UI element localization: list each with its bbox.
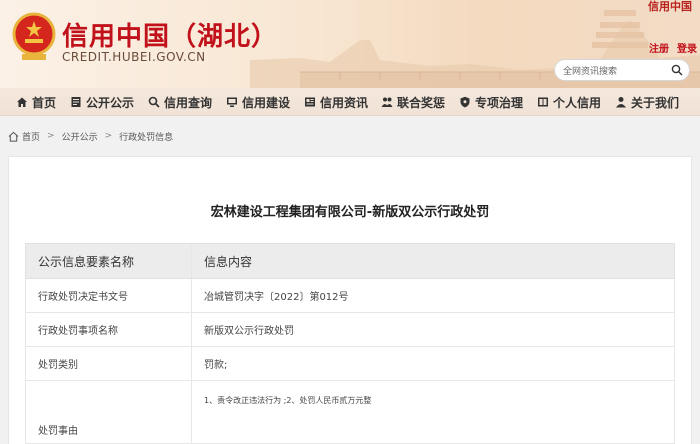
site-url: CREDIT.HUBEI.GOV.CN [62, 50, 206, 64]
brand-small-link[interactable]: 信用中国 [648, 0, 692, 14]
user-icon [616, 97, 626, 108]
document-icon [71, 97, 81, 107]
table-row: 行政处罚决定书文号 冶城管罚决字〔2022〕第012号 [25, 279, 675, 313]
nav-item-public-notice[interactable]: 公开公示 [70, 93, 134, 111]
nav-label: 个人信用 [553, 95, 602, 110]
search-input[interactable]: 全网资讯搜索 [554, 59, 690, 81]
nav-label: 首页 [32, 95, 57, 110]
home-icon [17, 97, 27, 107]
login-link[interactable]: 登录 [677, 40, 697, 55]
nav-label: 信用建设 [242, 95, 291, 110]
national-emblem-icon [12, 12, 56, 60]
home-icon [8, 131, 19, 142]
nav-label: 联合奖惩 [397, 95, 446, 110]
breadcrumb: 首页 > 公开公示 > 行政处罚信息 [8, 128, 173, 144]
register-link[interactable]: 注册 [649, 40, 669, 55]
nav-label: 专项治理 [475, 95, 524, 110]
breadcrumb-public-notice[interactable]: 公开公示 [62, 130, 98, 143]
row-value: 罚款; [204, 360, 228, 371]
nav-label: 公开公示 [86, 95, 135, 110]
column-header-content: 信息内容 [204, 254, 253, 269]
site-title: 信用中国（湖北） [62, 22, 279, 52]
nav-item-joint-reward[interactable]: 联合奖惩 [381, 93, 445, 111]
nav-item-credit-news[interactable]: 信用资讯 [304, 93, 368, 111]
people-icon [381, 97, 393, 107]
breadcrumb-penalty-info[interactable]: 行政处罚信息 [119, 130, 173, 143]
row-value: 1、责令改正违法行为 ;2、处罚人民币贰万元整 [204, 396, 372, 405]
breadcrumb-home[interactable]: 首页 [22, 130, 40, 143]
table-row: 行政处罚事项名称 新版双公示行政处罚 [25, 313, 675, 347]
nav-item-home[interactable]: 首页 [16, 93, 56, 111]
row-value: 新版双公示行政处罚 [204, 326, 294, 337]
nav-label: 信用资讯 [320, 95, 369, 110]
table-row: 处罚事由 1、责令改正违法行为 ;2、处罚人民币贰万元整 [25, 381, 675, 444]
row-label: 行政处罚决定书文号 [26, 279, 192, 312]
table-row: 处罚类别 罚款; [25, 347, 675, 381]
search-icon[interactable] [671, 64, 683, 76]
site-header: 信用中国（湖北） CREDIT.HUBEI.GOV.CN 信用中国 注册 登录 … [0, 0, 700, 88]
shield-icon [460, 96, 470, 108]
table-header: 公示信息要素名称 信息内容 [25, 243, 675, 279]
nav-item-personal-credit[interactable]: 个人信用 [537, 93, 601, 111]
nav-item-credit-building[interactable]: 信用建设 [226, 93, 290, 111]
news-icon [305, 97, 315, 107]
row-label: 行政处罚事项名称 [26, 313, 192, 346]
nav-item-about-us[interactable]: 关于我们 [615, 93, 679, 111]
row-value: 冶城管罚决字〔2022〕第012号 [204, 292, 349, 303]
chevron-right-icon: > [104, 131, 113, 141]
page-title: 宏林建设工程集团有限公司-新版双公示行政处罚 [210, 205, 490, 220]
search-placeholder: 全网资讯搜索 [563, 67, 618, 77]
search-icon [148, 96, 160, 108]
row-label: 处罚类别 [26, 347, 192, 380]
card-icon [538, 97, 548, 107]
column-header-field: 公示信息要素名称 [26, 244, 192, 278]
row-label: 处罚事由 [26, 381, 192, 443]
monitor-icon [227, 97, 237, 107]
nav-label: 关于我们 [631, 95, 680, 110]
nav-item-special-governance[interactable]: 专项治理 [459, 93, 523, 111]
nav-label: 信用查询 [164, 95, 213, 110]
chevron-right-icon: > [47, 131, 55, 141]
main-nav: 首页 公开公示 信用查询 信用建设 信用资讯 联合奖惩 专项治理 个人信用 关于… [0, 88, 700, 116]
nav-item-credit-query[interactable]: 信用查询 [148, 93, 212, 111]
